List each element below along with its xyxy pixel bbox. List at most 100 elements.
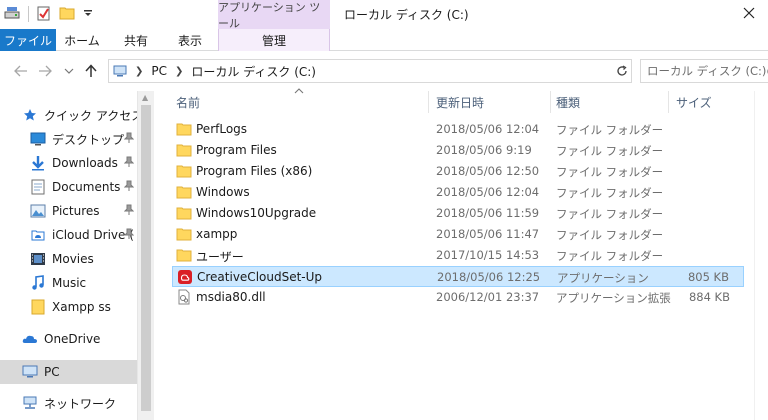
table-row[interactable]: Windows 2018/05/06 12:04 ファイル フォルダー xyxy=(172,182,744,203)
column-header-size[interactable]: サイズ xyxy=(676,91,712,113)
file-date: 2018/05/06 12:50 xyxy=(436,164,540,178)
tab-manage[interactable]: 管理 xyxy=(218,29,330,51)
scrollbar-thumb[interactable] xyxy=(141,105,151,411)
search-input[interactable]: ローカル ディスク (C:)の検索 xyxy=(640,59,768,83)
pc-icon xyxy=(22,364,38,380)
nav-pc[interactable]: PC xyxy=(0,360,137,384)
nav-network[interactable]: ネットワーク xyxy=(0,391,137,415)
close-icon[interactable] xyxy=(740,4,758,22)
nav-label: Downloads xyxy=(52,156,118,170)
breadcrumb-pc[interactable]: PC xyxy=(151,64,167,78)
file-type: ファイル フォルダー xyxy=(556,123,664,137)
download-icon xyxy=(30,155,46,171)
star-icon xyxy=(22,107,38,123)
content-scrollbar[interactable] xyxy=(754,91,768,420)
column-divider[interactable] xyxy=(668,91,669,113)
pin-icon[interactable] xyxy=(123,156,135,170)
nav-pictures[interactable]: Pictures xyxy=(0,199,137,223)
table-row[interactable]: Program Files (x86) 2018/05/06 12:50 ファイ… xyxy=(172,161,744,182)
folder-icon xyxy=(176,205,192,221)
column-header-date[interactable]: 更新日時 xyxy=(436,91,484,113)
nav-onedrive[interactable]: OneDrive xyxy=(0,327,137,351)
nav-documents[interactable]: Documents xyxy=(0,175,137,199)
quick-access-toolbar xyxy=(4,4,93,24)
pin-icon[interactable] xyxy=(123,204,135,218)
folder-icon xyxy=(176,226,192,242)
pin-icon[interactable] xyxy=(123,180,135,194)
nav-music[interactable]: Music xyxy=(0,271,137,295)
address-row: ❯ PC ❯ ローカル ディスク (C:) ローカル ディスク (C:)の検索 xyxy=(0,51,768,91)
tab-view[interactable]: 表示 xyxy=(164,29,216,51)
file-date: 2006/12/01 23:37 xyxy=(436,290,540,304)
table-row[interactable]: PerfLogs 2018/05/06 12:04 ファイル フォルダー xyxy=(172,119,744,140)
pin-icon[interactable] xyxy=(123,132,135,146)
pc-small-icon xyxy=(113,65,127,77)
up-icon[interactable] xyxy=(82,61,100,81)
pin-icon[interactable] xyxy=(123,228,135,242)
scroll-up-icon[interactable]: ▲ xyxy=(142,93,148,102)
tab-share[interactable]: 共有 xyxy=(108,29,164,51)
nav-label: OneDrive xyxy=(44,332,101,346)
table-row[interactable]: msdia80.dll 2006/12/01 23:37 アプリケーション拡張 … xyxy=(172,287,744,308)
breadcrumb-chevron-icon[interactable]: ❯ xyxy=(175,66,183,77)
file-type: ファイル フォルダー xyxy=(556,207,664,221)
file-date: 2018/05/06 12:25 xyxy=(437,270,541,284)
properties-icon[interactable] xyxy=(37,5,51,24)
file-date: 2018/05/06 12:04 xyxy=(436,185,540,199)
column-divider[interactable] xyxy=(428,91,429,113)
table-row[interactable]: xampp 2018/05/06 11:47 ファイル フォルダー xyxy=(172,224,744,245)
tab-home[interactable]: ホーム xyxy=(56,29,108,51)
table-row[interactable]: ユーザー 2017/10/15 14:53 ファイル フォルダー xyxy=(172,245,744,266)
folder-icon xyxy=(176,247,192,263)
nav-label: Documents xyxy=(52,180,121,194)
file-date: 2018/05/06 12:04 xyxy=(436,122,540,136)
tab-file[interactable]: ファイル xyxy=(0,29,56,51)
nav-downloads[interactable]: Downloads xyxy=(0,151,137,175)
toolbar-divider xyxy=(28,6,29,22)
back-icon[interactable] xyxy=(12,61,30,81)
nav-icloud-drive[interactable]: iCloud Drive ( xyxy=(0,223,137,247)
column-header-name[interactable]: 名前 xyxy=(176,91,200,113)
forward-icon[interactable] xyxy=(36,61,54,81)
file-name: xampp xyxy=(196,227,238,241)
table-row[interactable]: Program Files 2018/05/06 9:19 ファイル フォルダー xyxy=(172,140,744,161)
nav-quick-access[interactable]: クイック アクセス xyxy=(0,103,137,127)
breadcrumb-local-disk[interactable]: ローカル ディスク (C:) xyxy=(191,63,316,80)
navigation-pane: クイック アクセス デスクトップ Downloads Documents Pic… xyxy=(0,91,137,420)
refresh-icon[interactable] xyxy=(612,59,632,83)
nav-xampp-ss[interactable]: Xampp ss xyxy=(0,295,137,319)
nav-movies[interactable]: Movies xyxy=(0,247,137,271)
nav-label: PC xyxy=(44,365,60,379)
file-name: ユーザー xyxy=(196,250,244,264)
customize-toolbar-icon[interactable] xyxy=(83,7,93,21)
nav-label: iCloud Drive ( xyxy=(52,228,134,242)
navigation-scrollbar[interactable]: ▲ xyxy=(137,91,154,420)
table-row[interactable]: Windows10Upgrade 2018/05/06 11:59 ファイル フ… xyxy=(172,203,744,224)
new-folder-icon[interactable] xyxy=(59,6,75,23)
pictures-icon xyxy=(30,203,46,219)
address-bar[interactable]: ❯ PC ❯ ローカル ディスク (C:) xyxy=(108,59,712,83)
file-name: Windows xyxy=(196,185,250,199)
network-icon xyxy=(22,395,38,411)
column-header-type[interactable]: 種類 xyxy=(556,91,580,113)
folder-icon xyxy=(176,163,192,179)
recent-locations-icon[interactable] xyxy=(60,61,78,81)
file-date: 2018/05/06 9:19 xyxy=(436,143,532,157)
column-divider[interactable] xyxy=(550,91,551,113)
icloud-icon xyxy=(30,227,46,243)
nav-desktop[interactable]: デスクトップ xyxy=(0,127,137,151)
ribbon-tab-row: ファイル ホーム 共有 表示 管理 xyxy=(0,29,768,51)
file-type: ファイル フォルダー xyxy=(556,165,664,179)
file-type: ファイル フォルダー xyxy=(556,228,664,242)
drive-icon[interactable] xyxy=(4,6,20,23)
file-date: 2018/05/06 11:59 xyxy=(436,206,540,220)
file-size: 805 KB xyxy=(687,270,729,284)
folder-icon xyxy=(30,299,46,315)
file-name: Program Files xyxy=(196,143,277,157)
table-row-selected[interactable]: CreativeCloudSet-Up 2018/05/06 12:25 アプリ… xyxy=(172,266,744,287)
breadcrumb-chevron-icon[interactable]: ❯ xyxy=(135,66,143,77)
dll-file-icon xyxy=(176,289,192,305)
file-type: ファイル フォルダー xyxy=(556,186,664,200)
file-name: Program Files (x86) xyxy=(196,164,313,178)
folder-icon xyxy=(176,184,192,200)
